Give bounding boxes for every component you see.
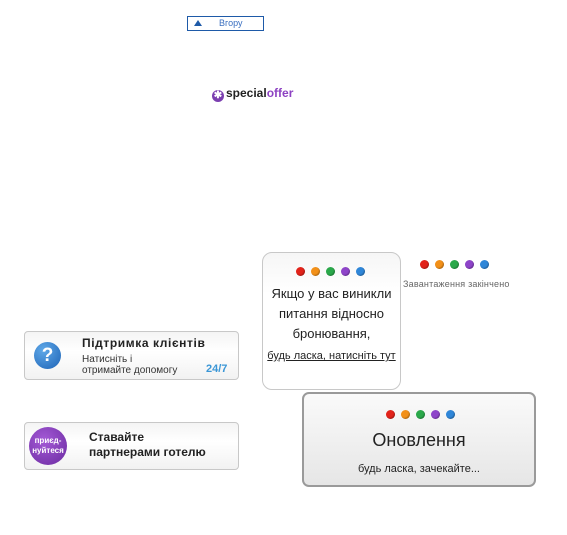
support-title: Підтримка клієнтів xyxy=(82,336,206,350)
updating-dialog: Оновлення будь ласка, зачекайте... xyxy=(302,392,536,487)
customer-support-banner[interactable]: ? Підтримка клієнтів Натисніть і отримай… xyxy=(24,331,239,380)
status-dot-5 xyxy=(480,260,489,269)
status-dot-4 xyxy=(465,260,474,269)
status-dot-2 xyxy=(311,267,320,276)
updating-title: Оновлення xyxy=(372,430,466,450)
status-dot-3 xyxy=(326,267,335,276)
join-badge-icon: приєд- нуйтеся xyxy=(29,427,67,465)
triangle-up-icon xyxy=(194,20,202,26)
status-dot-1 xyxy=(296,267,305,276)
partner-title-line1: Ставайте xyxy=(89,430,145,444)
help-icon: ? xyxy=(34,342,61,369)
status-dot-3 xyxy=(450,260,459,269)
back-to-top-button[interactable]: Вгору xyxy=(187,16,264,31)
loading-complete-text: Завантаження закінчено xyxy=(403,279,510,289)
support-hours: 24/7 xyxy=(206,363,228,375)
status-dot-2 xyxy=(435,260,444,269)
status-dot-3 xyxy=(416,410,425,419)
special-offer-word1: special xyxy=(226,86,267,100)
status-dot-5 xyxy=(446,410,455,419)
status-dot-1 xyxy=(386,410,395,419)
support-subtitle-line1: Натисніть і xyxy=(82,354,133,365)
status-dot-4 xyxy=(341,267,350,276)
special-offer-word2: offer xyxy=(266,86,294,100)
status-dot-4 xyxy=(431,410,440,419)
updating-subtitle: будь ласка, зачекайте... xyxy=(357,463,480,475)
status-dots xyxy=(296,267,365,276)
back-to-top-label: Вгору xyxy=(219,18,243,28)
partner-title-line2: партнерами готелю xyxy=(89,445,206,459)
join-badge-line2: нуйтеся xyxy=(32,446,64,455)
status-dot-2 xyxy=(401,410,410,419)
special-offer-logo[interactable]: ✱ specialoffer xyxy=(212,86,294,102)
status-dot-1 xyxy=(420,260,429,269)
booking-question-card: Якщо у вас виникли питання відносно брон… xyxy=(262,252,401,390)
status-dot-5 xyxy=(356,267,365,276)
booking-question-text: Якщо у вас виникли питання відносно брон… xyxy=(271,286,392,341)
updating-dots xyxy=(386,410,455,419)
loading-dots xyxy=(420,260,489,269)
support-subtitle-line2: отримайте допомогу xyxy=(82,365,178,376)
star-icon: ✱ xyxy=(212,90,224,102)
join-badge-line1: приєд- xyxy=(34,436,62,445)
become-partner-banner[interactable]: приєд- нуйтеся Ставайте партнерами готел… xyxy=(24,422,239,470)
click-here-link[interactable]: будь ласка, натисніть тут xyxy=(263,349,400,363)
